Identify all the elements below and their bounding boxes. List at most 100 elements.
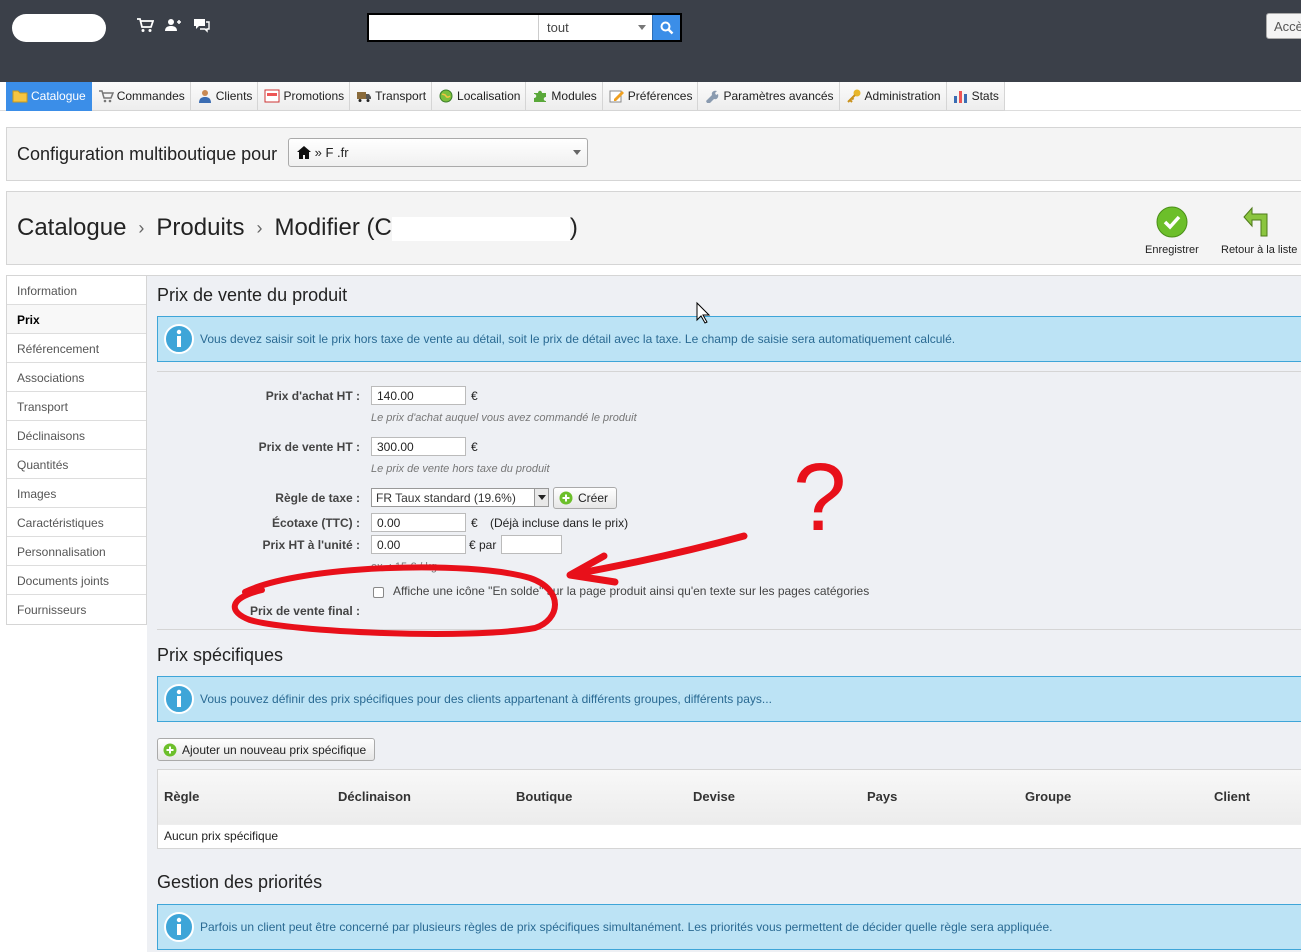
menu-tab-label: Modules [551,89,597,103]
add-specific-price-button[interactable]: Ajouter un nouveau prix spécifique [157,738,376,761]
promotion-icon [264,89,280,103]
on-sale-checkbox[interactable] [373,587,384,598]
search-scope-value: tout [547,20,569,35]
sidebar-item-transport[interactable]: Transport [7,392,146,421]
sale-price-hint: Le prix de vente hors taxe du produit [371,463,550,475]
chevron-down-icon [534,489,548,506]
menu-tab-commandes[interactable]: Commandes [91,82,191,111]
stats-icon [953,91,967,103]
page-toolbar: Catalogue › Produits › Modifier (C) Enre… [6,191,1301,265]
quick-icons [136,16,210,34]
customers-icon[interactable] [164,16,182,34]
menu-tab-label: Administration [864,89,941,103]
messages-icon[interactable] [192,16,210,34]
search-input[interactable] [369,15,538,40]
ecotax-input[interactable] [371,513,466,532]
shop-logo[interactable] [12,14,106,42]
table-row: Aucun prix spécifique [158,824,1301,848]
access-shop-button[interactable]: Accè [1266,13,1301,39]
sidebar-item-prix[interactable]: Prix [7,305,146,334]
menu-tab-label: Préférences [627,89,693,103]
create-tax-rule-button[interactable]: Créer [553,487,618,509]
column-rule: Règle [164,789,200,804]
menu-tab-label: Transport [375,89,427,103]
unity-input[interactable] [501,535,562,554]
add-specific-price-label: Ajouter un nouveau prix spécifique [182,742,367,757]
divider [157,371,1301,372]
sidebar-item-declinaisons[interactable]: Déclinaisons [7,421,146,450]
info-icon [164,912,194,942]
specific-prices-info-text: Vous pouvez définir des prix spécifiques… [200,692,772,706]
search-scope-select[interactable]: tout [538,15,652,40]
info-icon [164,324,194,354]
sidebar-item-personnalisation[interactable]: Personnalisation [7,537,146,566]
multistore-label: Configuration multiboutique pour [17,144,278,164]
sidebar-item-fournisseurs[interactable]: Fournisseurs [7,595,146,624]
menu-tab-modules[interactable]: Modules [526,82,603,111]
unit-price-hint: ex. : 15 € / kg [371,561,438,573]
menu-tab-promotions[interactable]: Promotions [258,82,351,111]
menu-tab-clients[interactable]: Clients [190,82,259,111]
search-icon [660,21,673,34]
truck-icon [357,92,372,102]
final-price-label: Prix de vente final : [249,604,360,618]
menu-tab-label: Paramètres avancés [723,89,834,103]
menu-tab-catalogue[interactable]: Catalogue [6,82,92,111]
sidebar-item-images[interactable]: Images [7,479,146,508]
product-tabs-sidebar: Information Prix Référencement Associations… [6,275,147,625]
save-button[interactable]: Enregistrer [1145,206,1199,256]
priorities-title: Gestion des priorités [157,872,323,892]
redaction-mask [391,216,570,241]
orders-cart-icon[interactable] [136,16,154,34]
shop-context-value: » F .fr [314,145,349,160]
sale-price-input[interactable] [371,437,466,456]
menu-tab-pr-f-rences[interactable]: Préférences [602,82,699,111]
menu-tab-label: Stats [971,89,999,103]
tax-rule-label: Règle de taxe : [275,491,360,505]
search-button[interactable] [652,15,680,40]
menu-tab-transport[interactable]: Transport [350,82,433,111]
column-group: Groupe [1025,789,1072,804]
ecotax-label: Écotaxe (TTC) : [271,516,360,530]
back-to-list-button[interactable]: Retour à la liste [1221,206,1297,256]
menu-tabs: Catalogue Commandes Clients Promotions Trans… [6,82,1005,111]
breadcrumb-products[interactable]: Produits [156,214,244,242]
breadcrumb: Catalogue › Produits › Modifier (C) [17,214,578,242]
chevron-down-icon [573,150,581,155]
sidebar-item-quantites[interactable]: Quantités [7,450,146,479]
unit-price-input[interactable] [371,535,466,554]
menu-tab-label: Catalogue [31,89,86,103]
menu-tab-localisation[interactable]: Localisation [432,82,527,111]
unit-per-text: € par [469,538,497,552]
tax-rule-value: FR Taux standard (19.6%) [376,491,516,505]
divider [157,629,1301,630]
priorities-info-text: Parfois un client peut être concerné par… [200,920,1053,934]
sidebar-item-documents-joints[interactable]: Documents joints [7,566,146,595]
unit-price-label: Prix HT à l'unité : [262,538,360,552]
chevron-down-icon [638,25,646,30]
menu-tab-label: Commandes [116,89,185,103]
menu-tab-label: Clients [215,89,253,103]
product-prices-panel: Prix de vente du produit Vous devez sais… [147,275,1301,952]
sidebar-item-information[interactable]: Information [7,276,146,305]
tax-rule-select[interactable]: FR Taux standard (19.6%) [371,488,549,507]
sidebar-item-associations[interactable]: Associations [7,363,146,392]
column-combination: Déclinaison [338,789,411,804]
sidebar-item-caracteristiques[interactable]: Caractéristiques [7,508,146,537]
add-icon [559,491,573,505]
info-icon [164,684,194,714]
menu-tab-administration[interactable]: Administration [839,82,947,111]
purchase-price-label: Prix d'achat HT : [265,389,360,403]
purchase-price-input[interactable] [371,386,466,405]
sidebar-item-referencement[interactable]: Référencement [7,334,146,363]
shop-context-select[interactable]: » F .fr [288,138,588,167]
breadcrumb-separator-icon: › [138,217,145,238]
back-label: Retour à la liste [1221,244,1298,256]
menu-tab-stats[interactable]: Stats [946,82,1005,111]
main-menu: Catalogue Commandes Clients Promotions Trans… [0,82,1301,111]
pricing-section-title: Prix de vente du produit [157,285,348,305]
currency-symbol: € [471,516,478,530]
breadcrumb-catalogue[interactable]: Catalogue [17,214,126,242]
menu-tab-param-tres-avanc-s[interactable]: Paramètres avancés [698,82,840,111]
column-shop: Boutique [516,789,573,804]
